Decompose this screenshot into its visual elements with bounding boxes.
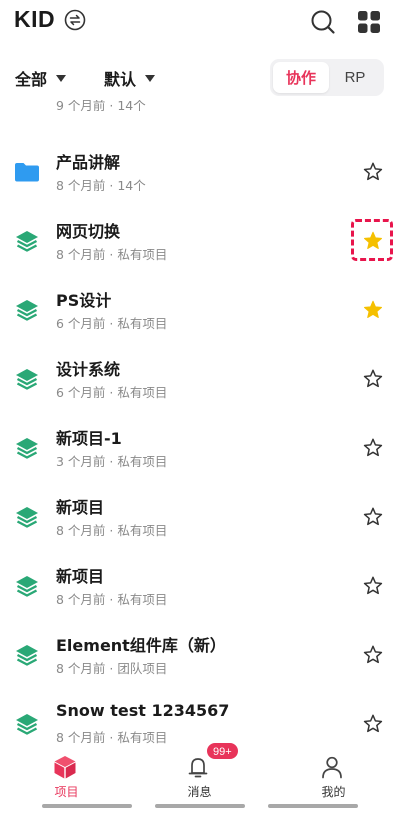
nav-handle-bar [155, 804, 245, 808]
item-meta: 8 个月前 · 私有项目 [56, 247, 168, 262]
star-outline-icon[interactable] [362, 713, 384, 735]
item-name: 新项目 [56, 567, 105, 586]
item-meta: 3 个月前 · 私有项目 [56, 454, 168, 469]
search-icon[interactable] [310, 9, 336, 35]
item-name: 新项目 [56, 498, 105, 517]
star-outline-icon[interactable] [362, 437, 384, 459]
brand: KID [14, 6, 86, 33]
bottom-nav: 项目 99+ 消息 我的 [0, 742, 400, 814]
item-meta: 6 个月前 · 私有项目 [56, 316, 168, 331]
bell-icon [185, 754, 211, 780]
item-meta: 8 个月前 · 私有项目 [56, 730, 168, 745]
item-name: 网页切换 [56, 222, 121, 241]
mode-segmented-control: 协作 RP [270, 59, 384, 96]
layers-icon [14, 574, 40, 598]
layers-icon [14, 712, 40, 736]
item-name: Snow test 1234567 [56, 701, 230, 720]
cube-icon [52, 754, 78, 780]
list-item[interactable]: Element组件库（新） 8 个月前 · 团队项目 [0, 621, 400, 690]
segment-rp[interactable]: RP [329, 62, 381, 93]
caret-down-icon [56, 74, 67, 82]
list-item[interactable]: 产品讲解 8 个月前 · 14个 [0, 138, 400, 207]
layers-icon [14, 298, 40, 322]
tab-label: 项目 [54, 785, 79, 799]
star-outline-icon[interactable] [362, 368, 384, 390]
segment-collab[interactable]: 协作 [273, 62, 329, 93]
item-name: 产品讲解 [56, 153, 121, 172]
switch-team-icon[interactable] [64, 9, 86, 31]
item-name: PS设计 [56, 291, 112, 310]
star-outline-icon[interactable] [362, 575, 384, 597]
layers-icon [14, 229, 40, 253]
unread-badge: 99+ [206, 742, 239, 760]
star-outline-icon[interactable] [362, 506, 384, 528]
item-meta: 9 个月前 · 14个 [56, 100, 146, 113]
item-meta: 6 个月前 · 私有项目 [56, 385, 168, 400]
tab-label: 消息 [187, 785, 212, 799]
apps-grid-icon[interactable] [357, 10, 381, 34]
list-item[interactable]: 新项目 8 个月前 · 私有项目 [0, 483, 400, 552]
person-icon [319, 754, 345, 780]
item-meta: 8 个月前 · 14个 [56, 178, 146, 193]
star-filled-icon[interactable] [362, 299, 384, 321]
list-item[interactable]: Snow test 1234567 8 个月前 · 私有项目 [0, 690, 400, 745]
star-outline-icon[interactable] [362, 161, 384, 183]
folder-icon [14, 160, 40, 184]
list-item[interactable]: 9 个月前 · 14个 [0, 100, 400, 138]
sort-label: 默认 [104, 70, 137, 89]
list-item[interactable]: PS设计 6 个月前 · 私有项目 [0, 276, 400, 345]
item-meta: 8 个月前 · 私有项目 [56, 523, 168, 538]
app-name: KID [14, 6, 56, 32]
list-item[interactable]: 设计系统 6 个月前 · 私有项目 [0, 345, 400, 414]
item-name: 新项目-1 [56, 429, 122, 448]
item-meta: 8 个月前 · 私有项目 [56, 592, 168, 607]
filter-bar: 全部 默认 协作 RP [0, 56, 400, 100]
layers-icon [14, 505, 40, 529]
item-meta: 8 个月前 · 团队项目 [56, 661, 168, 676]
scope-filter-dropdown[interactable]: 全部 [15, 66, 67, 90]
item-name: Element组件库（新） [56, 636, 226, 655]
layers-icon [14, 436, 40, 460]
list-item[interactable]: 新项目 8 个月前 · 私有项目 [0, 552, 400, 621]
star-outline-icon[interactable] [362, 644, 384, 666]
list-item[interactable]: 网页切换 8 个月前 · 私有项目 [0, 207, 400, 276]
layers-icon [14, 367, 40, 391]
nav-handle-bar [268, 804, 358, 808]
item-name: 设计系统 [56, 360, 121, 379]
project-list: 9 个月前 · 14个 产品讲解 8 个月前 · 14个 网页切换 8 个月前 … [0, 100, 400, 745]
sort-dropdown[interactable]: 默认 [104, 66, 156, 90]
list-item[interactable]: 新项目-1 3 个月前 · 私有项目 [0, 414, 400, 483]
scope-filter-label: 全部 [15, 70, 48, 89]
caret-down-icon [145, 74, 156, 82]
tab-label: 我的 [321, 785, 346, 799]
star-filled-icon[interactable] [362, 230, 384, 252]
top-bar: KID [0, 0, 400, 46]
nav-handle-bar [42, 804, 132, 808]
layers-icon [14, 643, 40, 667]
